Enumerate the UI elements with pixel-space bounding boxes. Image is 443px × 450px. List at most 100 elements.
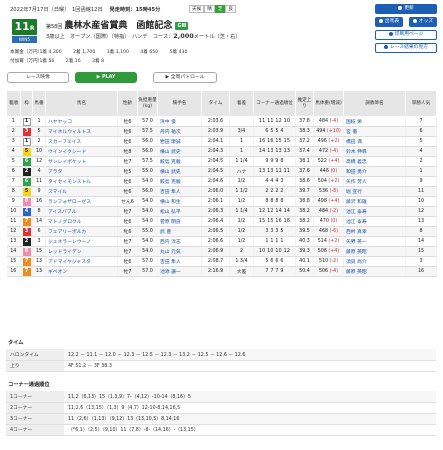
rank-cell: 10 <box>6 206 21 217</box>
trainer-link[interactable]: 池江 泰寿 <box>343 216 406 227</box>
time-cell: 2:06.4 <box>201 216 230 227</box>
margin-cell: 1/2 <box>229 176 254 187</box>
horse-name-link[interactable]: ウインイクシード <box>45 146 118 157</box>
patrol-video-button[interactable]: ▶ 全周パトロール <box>153 71 217 83</box>
trainer-link[interactable]: 宮 徹 <box>343 126 406 137</box>
jockey-link[interactable]: 丸山 元気 <box>157 246 202 257</box>
col-trainer[interactable]: 調教師名 <box>343 90 406 117</box>
corner-pass-cell: 7 7 7 9 <box>253 266 296 277</box>
weight-cell: 56.0 <box>137 136 158 147</box>
col-last3f[interactable]: 推定上り <box>295 90 314 117</box>
col-corners[interactable]: コーナー通過順位 <box>253 90 296 117</box>
horse-name-link[interactable]: マトノグロクル <box>45 216 118 227</box>
jockey-link[interactable]: 横山 武史 <box>157 146 202 157</box>
horse-name-link[interactable]: レッドライデン <box>45 246 118 257</box>
play-button[interactable]: ▶ PLAY <box>75 71 137 83</box>
horse-name-link[interactable]: スカーフェイス <box>45 136 118 147</box>
sex-age-cell: 牡7 <box>117 246 138 257</box>
horse-name-link[interactable]: ジェネラーレウーノ <box>45 236 118 247</box>
col-margin[interactable]: 着差 <box>229 90 254 117</box>
col-popularity[interactable]: 単勝人気 <box>405 90 437 117</box>
jockey-link[interactable]: 鮫島 克駿 <box>157 176 202 187</box>
col-frame[interactable]: 枠 <box>20 90 33 117</box>
weight-cell: 54.0 <box>137 216 158 227</box>
time-cell: 2:06.9 <box>201 246 230 257</box>
trainer-link[interactable]: 橋田 満 <box>343 136 406 147</box>
horse-name-link[interactable]: タイセイモンストル <box>45 176 118 187</box>
weather-badges: 天候 晴 芝 良 <box>189 5 237 13</box>
jockey-link[interactable]: 池添 謙一 <box>157 266 202 277</box>
sex-age-cell: 牡6 <box>117 116 138 127</box>
print-button[interactable]: 印刷用ページ <box>375 30 437 40</box>
trainer-link[interactable]: 国枝 栄 <box>343 116 406 127</box>
jockey-link[interactable]: 横山 和生 <box>157 196 202 207</box>
horse-name-link[interactable]: マイネルウィルトス <box>45 126 118 137</box>
horse-name-link[interactable]: アドマイヤジャスタ <box>45 256 118 267</box>
margin-cell: 1 <box>229 136 254 147</box>
trainer-link[interactable]: 西村 真幸 <box>343 226 406 237</box>
trainer-link[interactable]: 矢作 芳人 <box>343 176 406 187</box>
horse-name-link[interactable]: アイスバブル <box>45 206 118 217</box>
col-weight[interactable]: 負担重量(kg) <box>137 90 158 117</box>
trainer-link[interactable]: 池江 泰寿 <box>343 206 406 217</box>
col-number[interactable]: 馬番 <box>32 90 46 117</box>
col-sex-age[interactable]: 性齢 <box>117 90 138 117</box>
col-rank[interactable]: 着順 <box>6 90 21 117</box>
horse-name-link[interactable]: ギベオン <box>45 266 118 277</box>
popularity-cell: 9 <box>405 176 437 187</box>
update-button[interactable]: 更新 <box>375 4 437 14</box>
frame-cell: 5 <box>20 146 33 157</box>
last3f-cell: 39.7 <box>295 186 314 197</box>
horse-name-link[interactable]: アラタ <box>45 166 118 177</box>
horse-name-link[interactable]: スマイル <box>45 186 118 197</box>
corner-pass-cell: 14 13 13 13 <box>253 146 296 157</box>
odds-button[interactable]: オッズ <box>409 17 437 27</box>
rank-cell: 1 <box>6 116 21 127</box>
col-body-weight[interactable]: 馬体重(増減) <box>313 90 344 117</box>
popularity-cell: 14 <box>405 236 437 247</box>
jockey-link[interactable]: 西内 淳志 <box>157 236 202 247</box>
button-row: 出馬表 オッズ <box>375 17 437 30</box>
time-cell: 2:04.1 <box>201 136 230 147</box>
trainer-link[interactable]: 藤原 英昭 <box>343 266 406 277</box>
number-cell: 8 <box>32 206 46 217</box>
jockey-link[interactable]: 吉田 隼人 <box>157 186 202 197</box>
trainer-link[interactable]: 藤原 英昭 <box>343 246 406 257</box>
prize-money: 本賞金（万円） 1着 4,300 2着 1,700 3着 1,100 4着 65… <box>10 48 197 66</box>
table-row: 7 6 11 タイセイモンストル 牡6 54.0 鮫島 克駿 2:04.6 1/2 4 4 4 3… <box>6 176 437 187</box>
weather-label: 天候 <box>189 5 205 13</box>
jockey-link[interactable]: 菅原 明良 <box>157 216 202 227</box>
horse-name-link[interactable]: サンレイポケット <box>45 156 118 167</box>
results-guide-button[interactable]: レース結果の見方 <box>375 43 437 53</box>
trainer-link[interactable]: 須貝 尚介 <box>343 256 406 267</box>
col-time[interactable]: タイム <box>201 90 230 117</box>
col-jockey[interactable]: 騎手名 <box>157 90 202 117</box>
track-condition: 良 <box>225 5 237 13</box>
popularity-cell: 11 <box>405 186 437 197</box>
trainer-link[interactable]: 鈴木 伸尋 <box>343 146 406 157</box>
body-weight-cell: 504 (+2) <box>313 176 344 187</box>
jockey-link[interactable]: 武 豊 <box>157 226 202 237</box>
horse-name-link[interactable]: ランフォザローゼス <box>45 196 118 207</box>
trainer-link[interactable]: 藤沢 和雄 <box>343 196 406 207</box>
jockey-link[interactable]: 岩田 康誠 <box>157 136 202 147</box>
weight-cell: 57.0 <box>137 256 158 267</box>
jockey-link[interactable]: 浜中 俊 <box>157 116 202 127</box>
trainer-link[interactable]: 高橋 義忠 <box>343 156 406 167</box>
trainer-link[interactable]: 和田 勇介 <box>343 166 406 177</box>
horse-name-link[interactable]: ハヤヤッコ <box>45 116 118 127</box>
trainer-link[interactable]: 矢野 英一 <box>343 236 406 247</box>
horse-name-link[interactable]: フェアリーポルカ <box>45 226 118 237</box>
help-icon <box>383 44 388 49</box>
trainer-link[interactable]: 堀 宣行 <box>343 186 406 197</box>
entries-button[interactable]: 出馬表 <box>375 17 403 27</box>
last3f-cell: 37.4 <box>295 146 314 157</box>
sex-age-cell: 牡8 <box>117 146 138 157</box>
col-horse[interactable]: 馬名 <box>45 90 118 117</box>
jockey-link[interactable]: 吉田 隼人 <box>157 256 202 267</box>
jockey-link[interactable]: 鮫島 克駿 <box>157 156 202 167</box>
jockey-link[interactable]: 丹内 祐次 <box>157 126 202 137</box>
jockey-link[interactable]: 松山 弘平 <box>157 206 202 217</box>
jockey-link[interactable]: 横山 武史 <box>157 166 202 177</box>
frame-badge: 5 <box>22 187 31 196</box>
